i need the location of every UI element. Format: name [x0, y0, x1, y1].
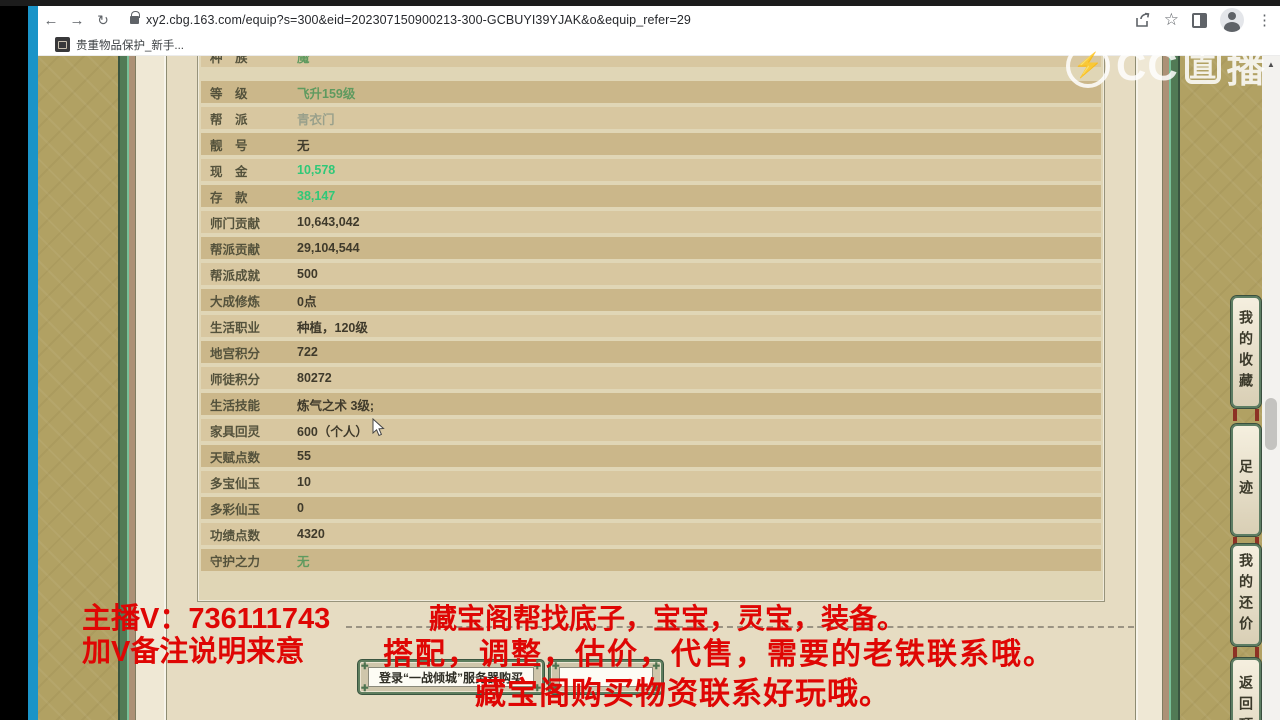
attr-value: 种植，120级	[297, 320, 368, 335]
url-bar[interactable]: xy2.cbg.163.com/equip?s=300&eid=20230715…	[146, 13, 691, 27]
attr-label: 存 款	[210, 190, 248, 205]
attr-value: 55	[297, 449, 311, 463]
forward-icon[interactable]: →	[64, 12, 90, 29]
attr-value: 0	[297, 501, 304, 515]
toolbar-right: ☆ ⋮	[1135, 8, 1280, 32]
attr-label: 功绩点数	[210, 528, 261, 543]
attr-label: 靓 号	[210, 138, 248, 153]
overlay-ad-line3: 藏宝阁购买物资联系好玩哦。	[475, 676, 891, 711]
sidebar-tab-favorites[interactable]: 我的收藏	[1231, 296, 1261, 408]
attr-label: 多宝仙玉	[210, 476, 261, 491]
attr-value: 无	[297, 138, 310, 153]
sidebar-tab-back-to-top[interactable]: 返回顶部	[1231, 658, 1261, 720]
stream-edge-stripe	[28, 6, 38, 720]
table-row: 存 款 38,147	[201, 185, 1101, 207]
bookmark-favicon	[55, 37, 70, 52]
attributes-table: 种 族魔等 级飞升159级帮 派青衣门靓 号无现 金 10,578 存 款 38,14…	[197, 56, 1105, 602]
table-row: 天赋点数 55	[201, 445, 1101, 467]
table-row: 等 级 飞升159级	[201, 81, 1101, 103]
side-panel-icon[interactable]	[1192, 12, 1207, 28]
mouse-cursor	[372, 417, 386, 443]
attr-value: 无	[297, 554, 310, 569]
attr-label: 天赋点数	[210, 450, 261, 465]
attr-value: 10	[297, 475, 311, 489]
browser-menu-icon[interactable]: ⋮	[1257, 11, 1272, 29]
table-row: 帮派成就 500	[201, 263, 1101, 285]
attr-label: 生活技能	[210, 398, 261, 413]
table-row: 现 金 10,578	[201, 159, 1101, 181]
attr-value: 38,147	[297, 189, 336, 203]
table-row: 师徒积分 80272	[201, 367, 1101, 389]
attr-value: 4320	[297, 527, 325, 541]
attr-value: 魔	[297, 56, 310, 65]
attr-label: 师徒积分	[210, 372, 261, 387]
table-row: 地宫积分 722	[201, 341, 1101, 363]
attr-label: 家具回灵	[210, 424, 261, 439]
table-row: 靓 号无	[201, 133, 1101, 155]
overlay-ad-line2: 搭配，调整，估价，代售，需要的老铁联系哦。	[383, 638, 1055, 671]
table-row: 生活职业 种植，120级	[201, 315, 1101, 337]
cc-text: CC	[1116, 41, 1179, 89]
attr-label: 帮派成就	[210, 268, 261, 283]
table-row: 守护之力 无	[201, 549, 1101, 571]
table-row: 多宝仙玉 10	[201, 471, 1101, 493]
reload-icon[interactable]: ↻	[90, 12, 116, 29]
back-icon[interactable]: ←	[38, 12, 64, 29]
attr-label: 师门贡献	[210, 216, 261, 231]
attr-value: 青衣门	[297, 112, 335, 127]
browser-toolbar: ← → ↻ xy2.cbg.163.com/equip?s=300&eid=20…	[38, 6, 1280, 34]
tab-connector-ornament	[1233, 409, 1259, 421]
attr-value: 飞升159级	[297, 86, 356, 101]
attr-value: 10,643,042	[297, 215, 360, 229]
table-row: 大成修炼 0点	[201, 289, 1101, 311]
attr-value: 80272	[297, 371, 332, 385]
attr-value: 722	[297, 345, 318, 359]
attr-value: 10,578	[297, 163, 336, 177]
attr-value: 0点	[297, 294, 317, 309]
sidebar-tab-counteroffers[interactable]: 我的还价	[1231, 544, 1261, 646]
table-row: 帮派贡献 29,104,544	[201, 237, 1101, 259]
attr-value: 600（个人）	[297, 424, 368, 439]
table-row: 种 族魔	[201, 56, 1101, 67]
table-row: 帮 派 青衣门	[201, 107, 1101, 129]
attr-label: 大成修炼	[210, 294, 261, 309]
overlay-contact-note: 加V备注说明来意	[82, 636, 305, 668]
attr-label: 现 金	[210, 164, 248, 179]
attr-label: 守护之力	[210, 554, 261, 569]
attr-value: 炼气之术 3级;	[297, 398, 375, 413]
attr-label: 种 族	[210, 56, 248, 65]
attr-label: 地宫积分	[210, 346, 261, 361]
table-row: 多彩仙玉 0	[201, 497, 1101, 519]
cc-live-watermark: ⚡ CC 直 播	[1066, 38, 1265, 93]
attr-label: 等 级	[210, 86, 248, 101]
profile-avatar[interactable]	[1220, 8, 1244, 32]
table-row: 功绩点数 4320	[201, 523, 1101, 545]
cc-bo-text: 播	[1226, 49, 1265, 91]
share-icon[interactable]	[1135, 12, 1151, 28]
attr-value: 500	[297, 267, 318, 281]
sidebar-tab-footprints[interactable]: 足迹	[1231, 424, 1261, 536]
table-row: 家具回灵 600（个人）	[201, 419, 1101, 441]
attr-value: 29,104,544	[297, 241, 360, 255]
table-row: 生活技能 炼气之术 3级;	[201, 393, 1101, 415]
attr-label: 生活职业	[210, 320, 261, 335]
attr-label: 帮派贡献	[210, 242, 261, 257]
cc-logo-icon: ⚡	[1066, 43, 1110, 88]
table-row: 师门贡献 10,643,042	[201, 211, 1101, 233]
scrollbar-thumb[interactable]	[1265, 398, 1277, 450]
cc-zhi-box: 直	[1184, 47, 1221, 84]
lock-icon	[130, 11, 140, 24]
attr-label: 多彩仙玉	[210, 502, 261, 517]
bookmark-star-icon[interactable]: ☆	[1164, 10, 1179, 30]
attr-label: 帮 派	[210, 112, 248, 127]
bookmark-item[interactable]: 贵重物品保护_新手...	[76, 37, 184, 53]
page-scrollbar[interactable]: ▲	[1262, 56, 1280, 720]
